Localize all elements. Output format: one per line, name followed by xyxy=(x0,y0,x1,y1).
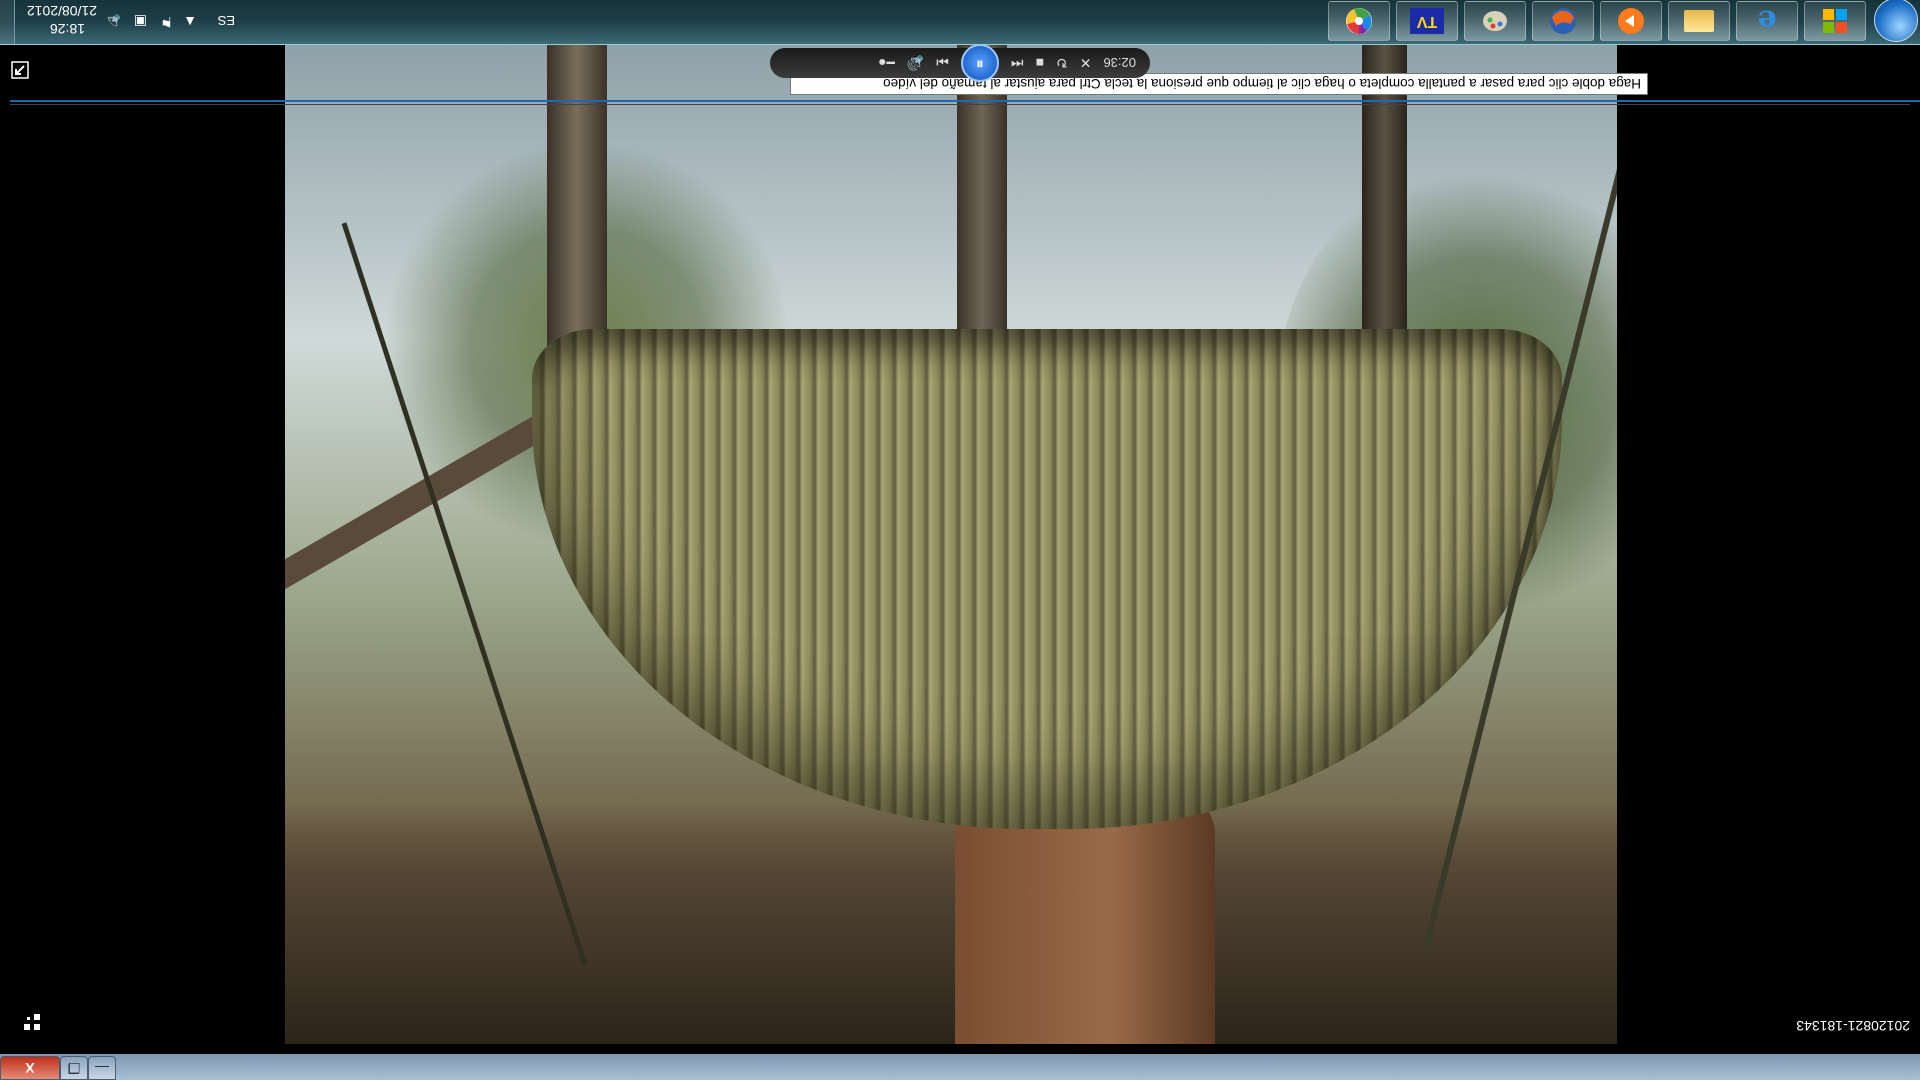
fullscreen-icon[interactable] xyxy=(10,60,30,80)
show-hidden-icons-icon[interactable]: ▲ xyxy=(183,14,197,30)
paint-icon[interactable] xyxy=(1464,1,1526,41)
mushroom-cap-gills xyxy=(532,329,1562,829)
firefox-globe-icon xyxy=(1550,8,1576,34)
tv-icon[interactable]: TV xyxy=(1396,1,1458,41)
ie-e-icon: e xyxy=(1757,3,1777,39)
clock-time[interactable]: 18:26 xyxy=(50,21,85,37)
volume-tray-icon[interactable]: 🔈 xyxy=(104,13,121,30)
next-icon[interactable]: ⏭ xyxy=(936,55,949,72)
play-circle-icon xyxy=(1618,8,1644,34)
internet-explorer-icon[interactable]: e xyxy=(1736,1,1798,41)
restore-button[interactable]: ❐ xyxy=(60,1056,88,1080)
shuffle-icon[interactable]: ✕ xyxy=(1080,55,1092,72)
window-buttons: — ❐ X xyxy=(0,1056,116,1080)
windows-logo-icon xyxy=(1823,9,1847,33)
volume-icon[interactable]: 🔊 xyxy=(907,55,924,72)
color-wheel-icon[interactable] xyxy=(1328,1,1390,41)
palette-icon xyxy=(1483,11,1507,31)
player-titlebar[interactable]: — ❐ X xyxy=(0,1054,1920,1080)
clock-date[interactable]: 21/08/2012 xyxy=(27,3,97,19)
seek-bar[interactable] xyxy=(10,100,1920,102)
folder-icon[interactable] xyxy=(1668,1,1730,41)
taskbar: e TV ES ▲ ⚑ ▣ 🔈 18:26 21/08/2012 xyxy=(0,0,1920,45)
elapsed-time: 02:36 xyxy=(1103,55,1136,71)
video-ground xyxy=(285,804,1617,1044)
file-name-label: 20120821-181343 xyxy=(1796,1018,1910,1034)
playback-controls: 02:36 ✕ ↻ ■ ⏮ ⏸ ⏭ 🔊 ━● xyxy=(770,44,1150,82)
windows-explorer-icon[interactable] xyxy=(1804,1,1866,41)
video-frame[interactable] xyxy=(285,40,1617,1044)
firefox-icon[interactable] xyxy=(1532,1,1594,41)
folder-shape-icon xyxy=(1684,10,1714,32)
show-desktop-button[interactable] xyxy=(0,0,15,44)
tv-logo-icon: TV xyxy=(1410,8,1444,34)
repeat-icon[interactable]: ↻ xyxy=(1056,55,1068,72)
divider xyxy=(10,104,1910,105)
start-button[interactable] xyxy=(1874,0,1918,42)
stop-icon[interactable]: ■ xyxy=(1036,55,1044,71)
screen: — ❐ X 20120821-181343 Haga doble clic pa… xyxy=(0,0,1920,1080)
volume-slider[interactable]: ━● xyxy=(878,55,895,72)
mushroom-stem xyxy=(955,794,1215,1044)
switch-to-library-icon[interactable] xyxy=(22,1012,42,1032)
language-indicator[interactable]: ES xyxy=(218,13,235,28)
network-icon[interactable]: ▣ xyxy=(134,13,147,30)
close-button[interactable]: X xyxy=(0,1056,60,1080)
media-player-icon[interactable] xyxy=(1600,1,1662,41)
system-tray: ES ▲ ⚑ ▣ 🔈 18:26 21/08/2012 xyxy=(0,0,245,44)
minimize-button[interactable]: — xyxy=(88,1056,116,1080)
play-pause-button[interactable]: ⏸ xyxy=(960,44,999,82)
picasa-icon xyxy=(1346,8,1372,34)
previous-icon[interactable]: ⏮ xyxy=(1011,55,1024,72)
flag-icon[interactable]: ⚑ xyxy=(160,13,173,30)
